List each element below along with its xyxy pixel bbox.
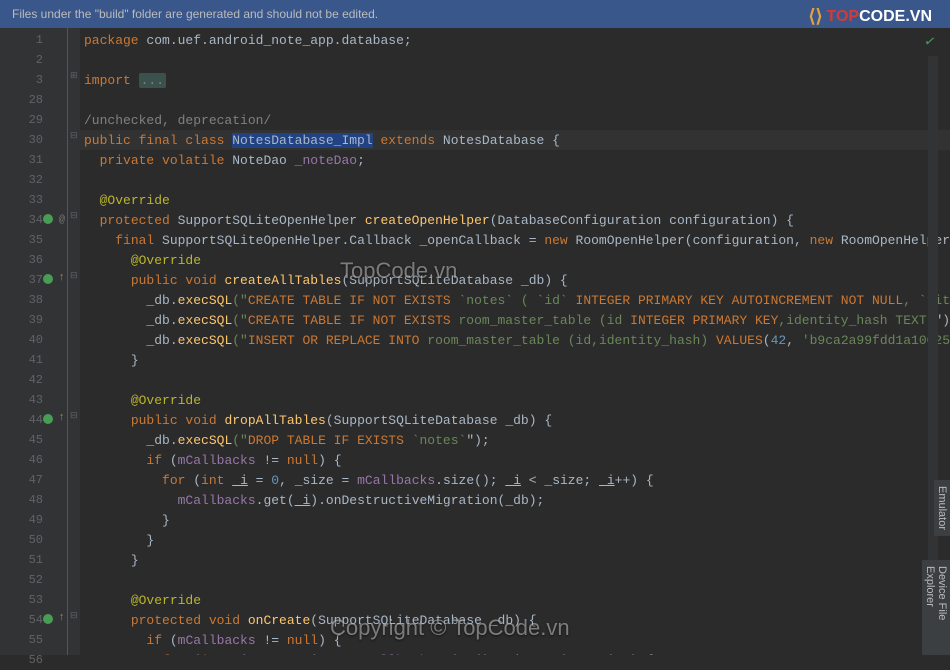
line-number[interactable]: 3 bbox=[0, 70, 67, 90]
override-arrow-icon: ↑ bbox=[58, 612, 65, 624]
code-line[interactable]: @Override bbox=[80, 390, 950, 410]
line-number[interactable]: 55 bbox=[0, 630, 67, 650]
code-line[interactable]: } bbox=[80, 510, 950, 530]
override-at-icon: @ bbox=[59, 215, 65, 226]
code-line[interactable] bbox=[80, 170, 950, 190]
line-number[interactable]: 35 bbox=[0, 230, 67, 250]
line-number[interactable]: 32 bbox=[0, 170, 67, 190]
override-arrow-icon: ↑ bbox=[58, 412, 65, 424]
line-number[interactable]: 49 bbox=[0, 510, 67, 530]
override-arrow-icon: ↑ bbox=[58, 272, 65, 284]
code-line[interactable]: } bbox=[80, 530, 950, 550]
code-line[interactable] bbox=[80, 570, 950, 590]
line-number[interactable]: 50 bbox=[0, 530, 67, 550]
code-line[interactable]: /unchecked, deprecation/ bbox=[80, 110, 950, 130]
code-line[interactable]: private volatile NoteDao _noteDao; bbox=[80, 150, 950, 170]
code-line[interactable]: _db.execSQL("CREATE TABLE IF NOT EXISTS … bbox=[80, 310, 950, 330]
code-line[interactable]: @Override bbox=[80, 250, 950, 270]
fold-column[interactable]: ⊞ ⊟ ⊟ ⊟ ⊟ ⊟ bbox=[68, 28, 80, 655]
tool-window-tab-emulator[interactable]: Emulator bbox=[934, 480, 950, 536]
watermark-logo: ⟨⟩ TOPCODE.VN bbox=[808, 6, 932, 27]
line-number[interactable]: 37↑ bbox=[0, 270, 67, 290]
code-line[interactable] bbox=[80, 90, 950, 110]
line-number[interactable]: 43 bbox=[0, 390, 67, 410]
fold-toggle-icon[interactable]: ⊟ bbox=[70, 272, 78, 280]
line-number[interactable]: 45 bbox=[0, 430, 67, 450]
code-line[interactable]: public void dropAllTables(SupportSQLiteD… bbox=[80, 410, 950, 430]
code-line[interactable]: import ... bbox=[80, 70, 950, 90]
line-number[interactable]: 42 bbox=[0, 370, 67, 390]
fold-toggle-icon[interactable]: ⊞ bbox=[70, 72, 78, 80]
code-line[interactable]: package com.uef.android_note_app.databas… bbox=[80, 30, 950, 50]
line-number[interactable]: 47 bbox=[0, 470, 67, 490]
line-number[interactable]: 56 bbox=[0, 650, 67, 670]
code-line[interactable] bbox=[80, 50, 950, 70]
line-number[interactable]: 53 bbox=[0, 590, 67, 610]
line-number[interactable]: 2 bbox=[0, 50, 67, 70]
code-line[interactable]: @Override bbox=[80, 190, 950, 210]
code-line[interactable]: if (mCallbacks != null) { bbox=[80, 450, 950, 470]
code-line[interactable]: protected void onCreate(SupportSQLiteDat… bbox=[80, 610, 950, 630]
tool-window-tab-device-explorer[interactable]: Device File Explorer bbox=[922, 560, 950, 655]
logo-icon: ⟨⟩ bbox=[808, 6, 822, 27]
code-line[interactable]: final SupportSQLiteOpenHelper.Callback _… bbox=[80, 230, 950, 250]
code-line[interactable] bbox=[80, 370, 950, 390]
fold-toggle-icon[interactable]: ⊟ bbox=[70, 132, 78, 140]
line-number[interactable]: 40 bbox=[0, 330, 67, 350]
line-number[interactable]: 28 bbox=[0, 90, 67, 110]
line-number[interactable]: 51 bbox=[0, 550, 67, 570]
line-number[interactable]: 34@ bbox=[0, 210, 67, 230]
code-line[interactable]: if (mCallbacks != null) { bbox=[80, 630, 950, 650]
override-marker-icon[interactable] bbox=[43, 214, 53, 224]
code-line[interactable]: _db.execSQL("DROP TABLE IF EXISTS `notes… bbox=[80, 430, 950, 450]
line-number[interactable]: 29 bbox=[0, 110, 67, 130]
line-number[interactable]: 48 bbox=[0, 490, 67, 510]
fold-toggle-icon[interactable]: ⊟ bbox=[70, 212, 78, 220]
fold-toggle-icon[interactable]: ⊟ bbox=[70, 612, 78, 620]
code-editor[interactable]: package com.uef.android_note_app.databas… bbox=[80, 28, 950, 655]
code-line[interactable]: public final class NotesDatabase_Impl ex… bbox=[80, 130, 950, 150]
line-number[interactable]: 54↑ bbox=[0, 610, 67, 630]
code-line[interactable]: public void createAllTables(SupportSQLit… bbox=[80, 270, 950, 290]
code-line[interactable]: mCallbacks.get(_i).onDestructiveMigratio… bbox=[80, 490, 950, 510]
line-number[interactable]: 39 bbox=[0, 310, 67, 330]
line-number[interactable]: 33 bbox=[0, 190, 67, 210]
line-number[interactable]: 41 bbox=[0, 350, 67, 370]
line-number[interactable]: 44↑ bbox=[0, 410, 67, 430]
line-number[interactable]: 38 bbox=[0, 290, 67, 310]
line-number[interactable]: 30 bbox=[0, 130, 67, 150]
line-number[interactable]: 36 bbox=[0, 250, 67, 270]
editor-main: 1 2 3 28 29 30 31 32 33 34@ 35 36 37↑ 38… bbox=[0, 28, 950, 655]
banner-text: Files under the "build" folder are gener… bbox=[12, 7, 378, 21]
fold-toggle-icon[interactable]: ⊟ bbox=[70, 412, 78, 420]
override-marker-icon[interactable] bbox=[43, 274, 53, 284]
folded-imports[interactable]: ... bbox=[139, 73, 166, 88]
line-number[interactable]: 1 bbox=[0, 30, 67, 50]
code-line[interactable]: } bbox=[80, 550, 950, 570]
line-number[interactable]: 46 bbox=[0, 450, 67, 470]
code-line[interactable]: for (int _i = 0, _size = mCallbacks.size… bbox=[80, 470, 950, 490]
code-line[interactable]: @Override bbox=[80, 590, 950, 610]
code-line[interactable]: protected SupportSQLiteOpenHelper create… bbox=[80, 210, 950, 230]
line-gutter[interactable]: 1 2 3 28 29 30 31 32 33 34@ 35 36 37↑ 38… bbox=[0, 28, 68, 655]
line-number[interactable]: 52 bbox=[0, 570, 67, 590]
override-marker-icon[interactable] bbox=[43, 414, 53, 424]
code-line[interactable]: _db.execSQL("CREATE TABLE IF NOT EXISTS … bbox=[80, 290, 950, 310]
line-number[interactable]: 31 bbox=[0, 150, 67, 170]
override-marker-icon[interactable] bbox=[43, 614, 53, 624]
code-line[interactable]: _db.execSQL("INSERT OR REPLACE INTO room… bbox=[80, 330, 950, 350]
code-line[interactable]: for (int _i = 0, _size = mCallbacks.size… bbox=[80, 650, 950, 655]
code-line[interactable]: } bbox=[80, 350, 950, 370]
